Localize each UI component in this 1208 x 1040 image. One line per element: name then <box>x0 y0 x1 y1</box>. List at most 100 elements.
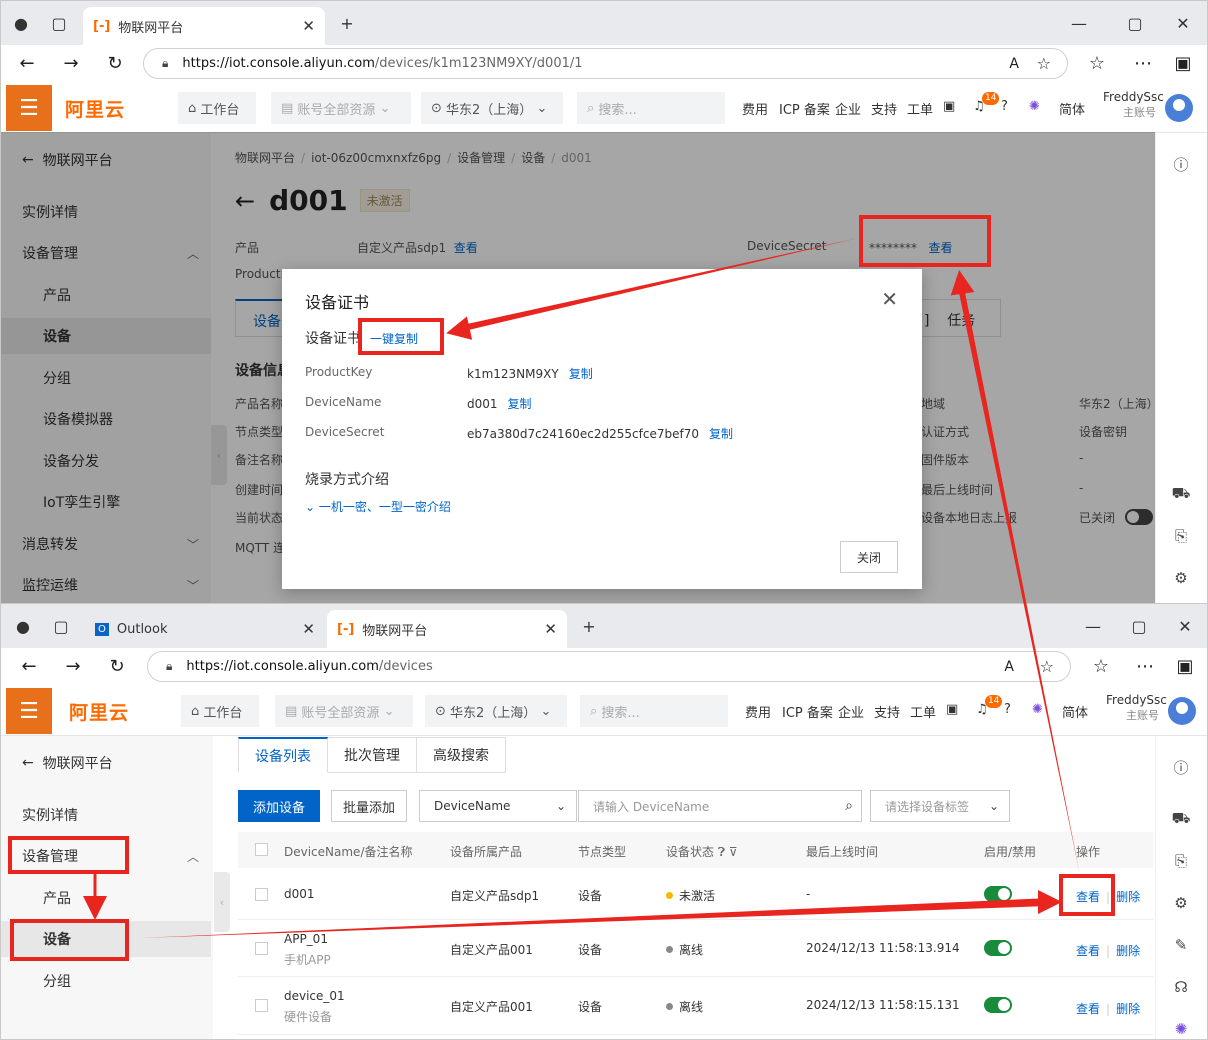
terminal-icon[interactable]: ▣ <box>946 702 958 717</box>
close-tab-icon[interactable]: ✕ <box>302 620 315 638</box>
bell-icon[interactable]: ♫ 14 <box>976 695 1003 717</box>
tab-actions-icon[interactable]: ▢ <box>47 11 71 35</box>
resources-dropdown[interactable]: ▤ 账号全部资源 ⌄ <box>275 695 413 727</box>
link-ticket[interactable]: 工单 <box>907 99 933 118</box>
settings-icon[interactable]: ⚙ <box>1170 892 1192 914</box>
url-input[interactable]: 🔒︎ https://iot.console.aliyun.com/device… <box>143 48 1068 79</box>
link-enterprise[interactable]: 企业 <box>838 702 864 721</box>
help-icon[interactable]: ⓘ <box>1170 756 1192 778</box>
settings-icon[interactable]: ⚙ <box>1170 567 1192 589</box>
user-menu[interactable]: FreddySsc 主账号 <box>1106 692 1167 724</box>
read-aloud-icon[interactable]: A <box>1004 659 1014 675</box>
feedback-icon[interactable]: ⎘ <box>1170 525 1192 547</box>
enable-toggle[interactable] <box>984 886 1012 902</box>
view-link[interactable]: 查看 <box>1076 890 1100 904</box>
tag-select[interactable]: 请选择设备标签 ⌄ <box>870 790 1010 822</box>
filter-icon[interactable]: ⊽ <box>729 845 738 859</box>
region-selector[interactable]: ⊙ 华东2（上海） ⌄ <box>421 92 563 124</box>
menu-icon[interactable]: ☰ <box>6 688 52 734</box>
assistant-icon[interactable]: ✺ <box>1170 1018 1192 1039</box>
tab-iot-platform[interactable]: [-] 物联网平台 ✕ <box>83 7 325 45</box>
collapse-sidebar-handle[interactable]: ‹ <box>214 872 230 932</box>
close-icon[interactable]: ✕ <box>881 287 898 311</box>
user-menu[interactable]: FreddySsc 主账号 <box>1103 89 1164 121</box>
add-device-button[interactable]: 添加设备 <box>238 790 320 822</box>
minimize-icon[interactable]: — <box>1067 11 1091 35</box>
language-switch[interactable]: 简体 <box>1059 99 1085 118</box>
reload-icon[interactable]: ↻ <box>103 53 127 74</box>
copy-devicename-link[interactable]: 复制 <box>508 397 532 411</box>
filter-field-select[interactable]: DeviceName ⌄ <box>419 790 577 822</box>
assistant-icon[interactable]: ✺ <box>1029 99 1040 114</box>
favorite-star-icon[interactable]: ☆ <box>1037 54 1051 73</box>
row-checkbox[interactable] <box>255 999 268 1012</box>
profile-icon[interactable]: ● <box>11 614 35 638</box>
copy-productkey-link[interactable]: 复制 <box>569 367 593 381</box>
view-link[interactable]: 查看 <box>1076 944 1100 958</box>
assistant-icon[interactable]: ✺ <box>1032 702 1043 717</box>
resources-dropdown[interactable]: ▤ 账号全部资源 ⌄ <box>271 92 411 124</box>
sidebar-toggle-icon[interactable]: ▣ <box>1171 53 1195 74</box>
burn-intro-link[interactable]: ⌄ 一机一密、一型一密介绍 <box>305 498 451 515</box>
row-checkbox[interactable] <box>255 942 268 955</box>
global-search[interactable]: ⌕ 搜索... <box>580 695 728 727</box>
sidebar-item-device-mgmt[interactable]: 设备管理 ︿ <box>1 838 211 874</box>
row-checkbox[interactable] <box>255 888 268 901</box>
workbench-button[interactable]: ⌂ 工作台 <box>181 695 259 727</box>
maximize-icon[interactable]: ▢ <box>1127 614 1151 638</box>
help-icon[interactable]: ? <box>1004 702 1011 717</box>
help-icon[interactable]: ? <box>1001 99 1008 114</box>
close-window-icon[interactable]: ✕ <box>1171 11 1195 35</box>
cart-icon[interactable]: ⛟ <box>1170 808 1192 830</box>
back-icon[interactable]: ← <box>15 53 39 74</box>
maximize-icon[interactable]: ▢ <box>1123 11 1147 35</box>
link-icp[interactable]: ICP 备案 <box>779 99 830 118</box>
avatar[interactable] <box>1165 94 1193 122</box>
favorites-icon[interactable]: ☆ <box>1089 656 1113 677</box>
sidebar-item-instance[interactable]: 实例详情 <box>1 797 211 833</box>
tab-device-list[interactable]: 设备列表 <box>238 737 328 773</box>
workbench-button[interactable]: ⌂ 工作台 <box>178 92 256 124</box>
search-icon[interactable]: ⌕ <box>845 798 853 814</box>
delete-link[interactable]: 删除 <box>1116 944 1140 958</box>
copy-devicesecret-link[interactable]: 复制 <box>709 427 733 441</box>
favorites-icon[interactable]: ☆ <box>1085 53 1109 74</box>
help-icon[interactable]: ⓘ <box>1170 153 1192 175</box>
profile-icon[interactable]: ● <box>9 11 33 35</box>
help-icon[interactable]: ❓︎ <box>718 845 725 859</box>
more-icon[interactable]: ⋯ <box>1131 53 1155 74</box>
global-search[interactable]: ⌕ 搜索... <box>577 92 725 124</box>
feedback-icon[interactable]: ⎘ <box>1170 850 1192 872</box>
support-icon[interactable]: ☊ <box>1170 976 1192 998</box>
language-switch[interactable]: 简体 <box>1062 702 1088 721</box>
aliyun-logo[interactable]: 阿里云 <box>69 698 129 725</box>
link-fees[interactable]: 费用 <box>745 702 771 721</box>
tab-advanced-search[interactable]: 高级搜索 <box>417 737 506 773</box>
close-tab-icon[interactable]: ✕ <box>544 620 557 638</box>
avatar[interactable] <box>1168 697 1196 725</box>
forward-icon[interactable]: → <box>59 53 83 74</box>
tab-outlook[interactable]: O Outlook ✕ <box>85 610 325 648</box>
batch-add-button[interactable]: 批量添加 <box>331 790 407 822</box>
back-icon[interactable]: ← <box>17 656 41 677</box>
select-all-checkbox[interactable] <box>255 843 268 856</box>
sidebar-back[interactable]: ← 物联网平台 <box>1 745 211 781</box>
bell-icon[interactable]: ♫ 14 <box>973 92 1000 114</box>
forward-icon[interactable]: → <box>61 656 85 677</box>
tab-batch[interactable]: 批次管理 <box>328 737 417 773</box>
link-fees[interactable]: 费用 <box>742 99 768 118</box>
region-selector[interactable]: ⊙ 华东2（上海） ⌄ <box>425 695 567 727</box>
tab-iot-platform[interactable]: [-] 物联网平台 ✕ <box>327 610 567 648</box>
view-link[interactable]: 查看 <box>1076 1002 1100 1016</box>
delete-link[interactable]: 删除 <box>1116 1002 1140 1016</box>
edit-icon[interactable]: ✎ <box>1170 934 1192 956</box>
read-aloud-icon[interactable]: A <box>1009 56 1019 72</box>
cart-icon[interactable]: ⛟ <box>1170 483 1192 505</box>
search-input[interactable]: 请输入 DeviceName ⌕ <box>578 790 862 822</box>
sidebar-item-product[interactable]: 产品 <box>1 880 211 916</box>
close-tab-icon[interactable]: ✕ <box>302 17 315 35</box>
copy-all-link[interactable]: 一键复制 <box>370 330 418 347</box>
favorite-star-icon[interactable]: ☆ <box>1040 657 1054 676</box>
new-tab-icon[interactable]: + <box>335 11 359 35</box>
aliyun-logo[interactable]: 阿里云 <box>65 95 125 122</box>
